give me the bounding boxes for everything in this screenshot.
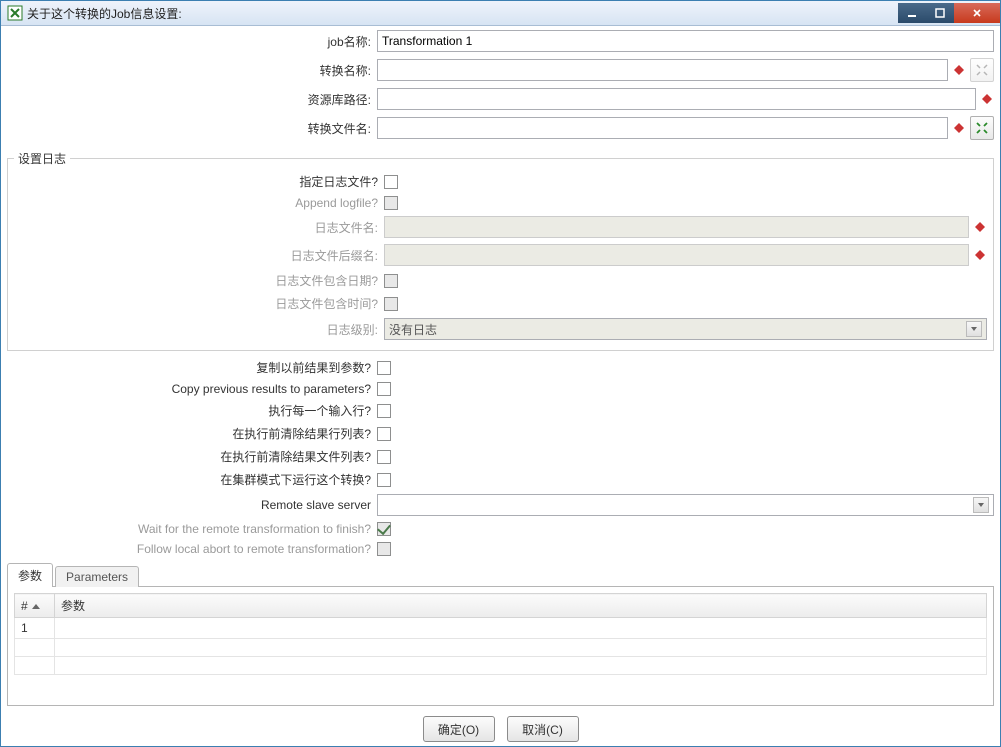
variable-icon[interactable] <box>952 121 966 135</box>
repo-path-label: 资源库路径: <box>7 91 377 108</box>
append-logfile-label: Append logfile? <box>14 196 384 210</box>
job-name-label: job名称: <box>7 33 377 50</box>
table-row <box>15 639 987 657</box>
params-table: # 参数 1 <box>14 593 987 675</box>
cell-index[interactable] <box>15 657 55 675</box>
titlebar: 关于这个转换的Job信息设置: <box>1 1 1000 26</box>
log-time-label: 日志文件包含时间? <box>14 295 384 312</box>
remote-server-select[interactable] <box>377 494 994 516</box>
remote-server-label: Remote slave server <box>7 498 377 512</box>
chevron-down-icon[interactable] <box>973 497 989 513</box>
cluster-label: 在集群模式下运行这个转换? <box>7 471 377 488</box>
variable-icon <box>973 220 987 234</box>
repo-path-input[interactable] <box>377 88 976 110</box>
log-filename-input <box>384 216 969 238</box>
cell-param[interactable] <box>55 657 987 675</box>
col-index[interactable]: # <box>15 594 55 618</box>
log-level-label: 日志级别: <box>14 321 384 338</box>
clear-files-label: 在执行前清除结果文件列表? <box>7 448 377 465</box>
window-title: 关于这个转换的Job信息设置: <box>27 5 898 22</box>
cell-index[interactable]: 1 <box>15 618 55 639</box>
minimize-button[interactable] <box>898 3 926 23</box>
variable-icon[interactable] <box>980 92 994 106</box>
cell-param[interactable] <box>55 639 987 657</box>
browse-file-button[interactable] <box>970 116 994 140</box>
chevron-down-icon <box>966 321 982 337</box>
log-ext-label: 日志文件后缀名: <box>14 247 384 264</box>
log-filename-label: 日志文件名: <box>14 219 384 236</box>
copy-prev-en-label: Copy previous results to parameters? <box>7 382 377 396</box>
cell-index[interactable] <box>15 639 55 657</box>
close-button[interactable] <box>954 3 1000 23</box>
dialog-content: job名称: 转换名称: 资源库路径: 转换文件名: <box>1 26 1000 746</box>
log-legend: 设置日志 <box>14 150 70 167</box>
follow-abort-checkbox <box>377 542 391 556</box>
log-level-select: 没有日志 <box>384 318 987 340</box>
clear-rows-checkbox[interactable] <box>377 427 391 441</box>
trans-file-input[interactable] <box>377 117 948 139</box>
cell-param[interactable] <box>55 618 987 639</box>
cancel-button[interactable]: 取消(C) <box>507 716 579 742</box>
tab-parameters-en[interactable]: Parameters <box>55 566 139 587</box>
trans-name-label: 转换名称: <box>7 62 377 79</box>
log-date-checkbox <box>384 274 398 288</box>
specify-logfile-label: 指定日志文件? <box>14 173 384 190</box>
table-row: 1 <box>15 618 987 639</box>
log-date-label: 日志文件包含日期? <box>14 272 384 289</box>
wait-finish-label: Wait for the remote transformation to fi… <box>7 522 377 536</box>
maximize-button[interactable] <box>926 3 954 23</box>
specify-logfile-checkbox[interactable] <box>384 175 398 189</box>
log-level-value: 没有日志 <box>389 321 437 338</box>
wait-finish-checkbox <box>377 522 391 536</box>
trans-name-input[interactable] <box>377 59 948 81</box>
table-row <box>15 657 987 675</box>
variable-icon[interactable] <box>952 63 966 77</box>
clear-files-checkbox[interactable] <box>377 450 391 464</box>
follow-abort-label: Follow local abort to remote transformat… <box>7 542 377 556</box>
trans-file-label: 转换文件名: <box>7 120 377 137</box>
dialog-buttons: 确定(O) 取消(C) <box>7 706 994 746</box>
copy-prev-cn-label: 复制以前结果到参数? <box>7 359 377 376</box>
browse-trans-button <box>970 58 994 82</box>
ok-button[interactable]: 确定(O) <box>423 716 495 742</box>
app-icon <box>7 5 23 21</box>
exec-each-row-checkbox[interactable] <box>377 404 391 418</box>
col-param[interactable]: 参数 <box>55 594 987 618</box>
clear-rows-label: 在执行前清除结果行列表? <box>7 425 377 442</box>
dialog-window: 关于这个转换的Job信息设置: job名称: 转换名称: <box>0 0 1001 747</box>
cluster-checkbox[interactable] <box>377 473 391 487</box>
log-group: 设置日志 指定日志文件? Append logfile? 日志文件名: 日志文件… <box>7 150 994 351</box>
tabs: 参数 Parameters # 参数 1 <box>7 564 994 706</box>
job-name-input[interactable] <box>377 30 994 52</box>
log-ext-input <box>384 244 969 266</box>
copy-prev-en-checkbox[interactable] <box>377 382 391 396</box>
variable-icon <box>973 248 987 262</box>
tab-params-cn[interactable]: 参数 <box>7 563 53 587</box>
log-time-checkbox <box>384 297 398 311</box>
append-logfile-checkbox <box>384 196 398 210</box>
exec-each-row-label: 执行每一个输入行? <box>7 402 377 419</box>
copy-prev-cn-checkbox[interactable] <box>377 361 391 375</box>
window-buttons <box>898 3 1000 23</box>
tab-panel: # 参数 1 <box>7 586 994 706</box>
